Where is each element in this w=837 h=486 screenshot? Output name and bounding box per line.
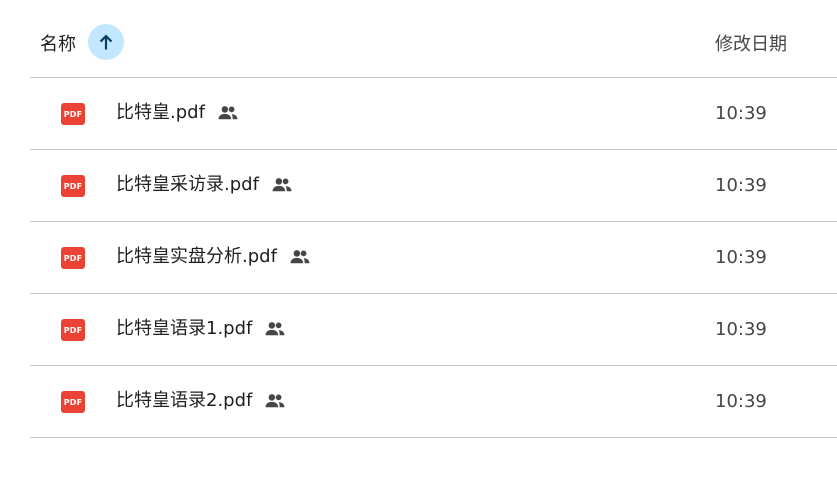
sort-ascending-button[interactable] bbox=[88, 24, 124, 60]
file-name[interactable]: 比特皇语录1.pdf bbox=[116, 316, 252, 342]
file-name[interactable]: 比特皇采访录.pdf bbox=[116, 172, 259, 198]
list-header: 名称 修改日期 bbox=[30, 0, 837, 78]
file-name-cell: 比特皇.pdf bbox=[116, 100, 239, 126]
arrow-up-icon bbox=[99, 34, 113, 50]
file-name-cell: 比特皇实盘分析.pdf bbox=[116, 244, 311, 270]
file-list: 名称 修改日期 PDF 比特皇.pdf 10:39 PDF 比特皇采访录.pdf… bbox=[30, 0, 837, 438]
pdf-file-icon: PDF bbox=[61, 247, 85, 269]
file-name-cell: 比特皇采访录.pdf bbox=[116, 172, 293, 198]
people-icon bbox=[264, 392, 286, 410]
file-name[interactable]: 比特皇实盘分析.pdf bbox=[116, 244, 277, 270]
file-row[interactable]: PDF 比特皇语录2.pdf 10:39 bbox=[30, 366, 837, 438]
name-column-header[interactable]: 名称 bbox=[40, 30, 76, 56]
modified-column-header[interactable]: 修改日期 bbox=[715, 30, 787, 56]
pdf-file-icon: PDF bbox=[61, 103, 85, 125]
file-modified-time: 10:39 bbox=[715, 319, 767, 340]
pdf-file-icon: PDF bbox=[61, 391, 85, 413]
file-modified-time: 10:39 bbox=[715, 247, 767, 268]
file-name[interactable]: 比特皇.pdf bbox=[116, 100, 205, 126]
file-row[interactable]: PDF 比特皇语录1.pdf 10:39 bbox=[30, 294, 837, 366]
pdf-file-icon: PDF bbox=[61, 319, 85, 341]
file-modified-time: 10:39 bbox=[715, 103, 767, 124]
file-row[interactable]: PDF 比特皇.pdf 10:39 bbox=[30, 78, 837, 150]
pdf-file-icon: PDF bbox=[61, 175, 85, 197]
people-icon bbox=[264, 320, 286, 338]
file-row[interactable]: PDF 比特皇实盘分析.pdf 10:39 bbox=[30, 222, 837, 294]
people-icon bbox=[289, 248, 311, 266]
file-modified-time: 10:39 bbox=[715, 391, 767, 412]
people-icon bbox=[271, 176, 293, 194]
file-name[interactable]: 比特皇语录2.pdf bbox=[116, 388, 252, 414]
people-icon bbox=[217, 104, 239, 122]
file-name-cell: 比特皇语录1.pdf bbox=[116, 316, 286, 342]
file-modified-time: 10:39 bbox=[715, 175, 767, 196]
file-name-cell: 比特皇语录2.pdf bbox=[116, 388, 286, 414]
file-row[interactable]: PDF 比特皇采访录.pdf 10:39 bbox=[30, 150, 837, 222]
